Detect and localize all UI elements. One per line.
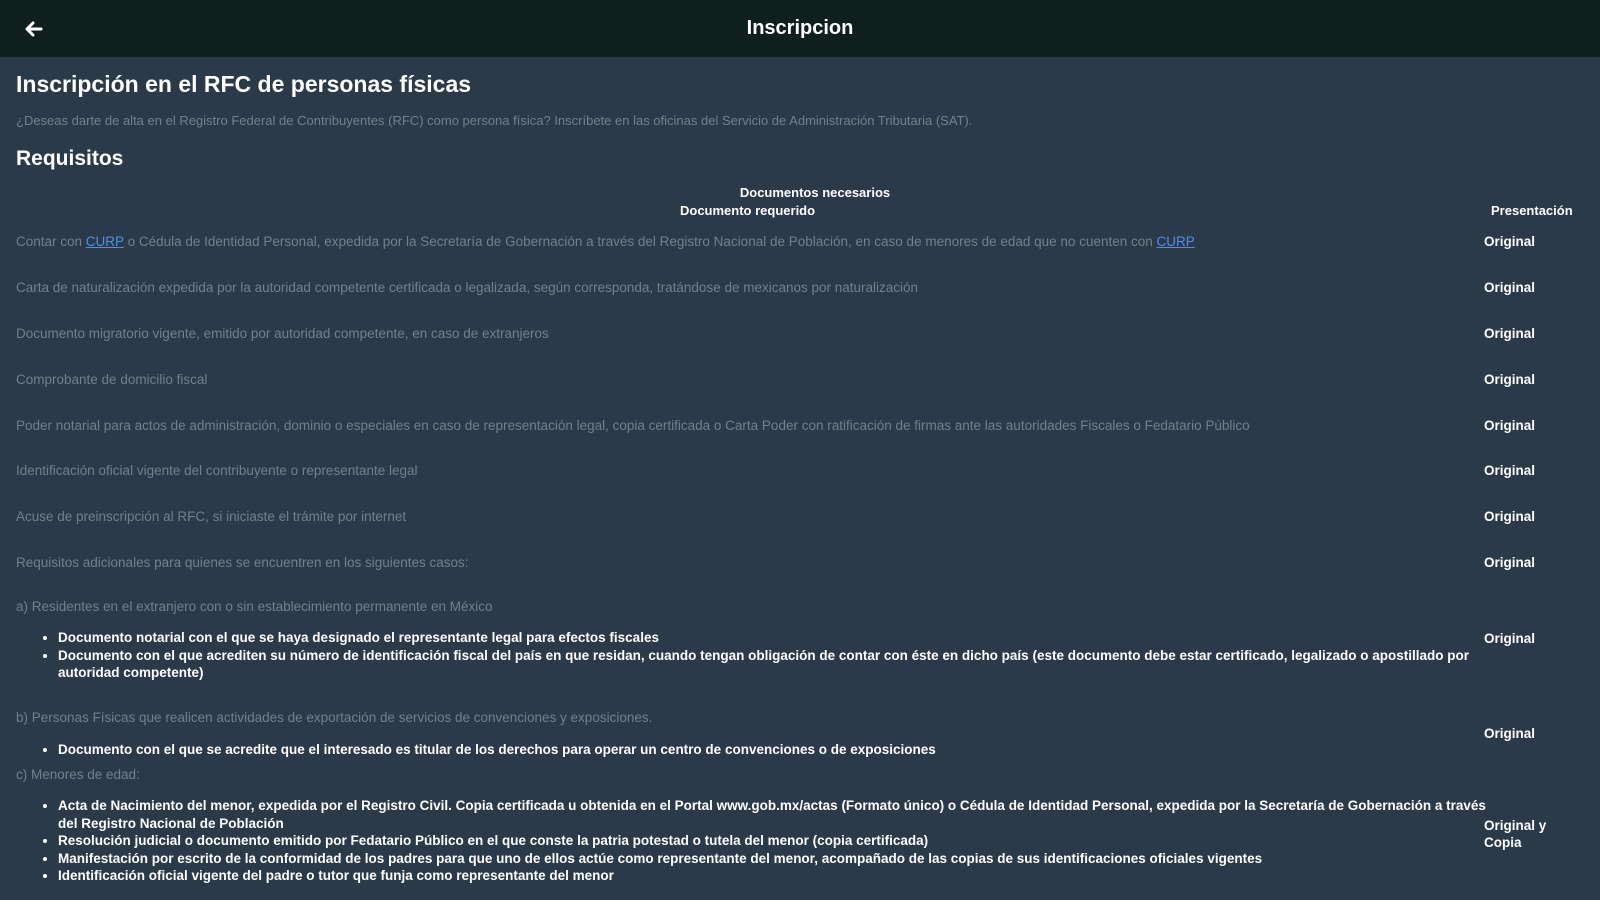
app-bar-title: Inscripcion bbox=[746, 17, 854, 39]
section-a-title: a) Residentes en el extranjero con o sin… bbox=[16, 599, 493, 614]
table-row: Requisitos adicionales para quienes se e… bbox=[16, 555, 469, 570]
table-row: Contar con CURP o Cédula de Identidad Pe… bbox=[16, 234, 1195, 249]
presentation-value: Original bbox=[1484, 234, 1536, 249]
table-caption: Documentos necesarios bbox=[739, 185, 891, 200]
section-a-list: Documento notarial con el que se haya de… bbox=[16, 629, 1503, 682]
curp-link[interactable]: CURP bbox=[1157, 234, 1195, 249]
presentation-value: Original bbox=[1484, 326, 1536, 341]
presentation-value: Original bbox=[1484, 280, 1536, 295]
list-item: Documento con el que acrediten su número… bbox=[58, 647, 1503, 682]
requisitos-heading: Requisitos bbox=[16, 147, 124, 170]
presentation-value: Original bbox=[1484, 418, 1536, 433]
table-row: Identificación oficial vigente del contr… bbox=[16, 463, 418, 478]
list-item: Documento con el que se acredite que el … bbox=[58, 741, 1503, 759]
section-b-title: b) Personas Físicas que realicen activid… bbox=[16, 710, 653, 725]
section-c-list: Acta de Nacimiento del menor, expedida p… bbox=[16, 797, 1503, 885]
list-item: Acta de Nacimiento del menor, expedida p… bbox=[58, 797, 1503, 832]
presentation-value: Original bbox=[1484, 509, 1536, 524]
section-b-list: Documento con el que se acredite que el … bbox=[16, 741, 1503, 759]
row-text-part: Contar con bbox=[16, 234, 86, 249]
column-header-documento: Documento requerido bbox=[680, 203, 816, 218]
table-row: Poder notarial para actos de administrac… bbox=[16, 418, 1250, 433]
presentation-value: Original y Copia bbox=[1484, 818, 1547, 850]
column-header-presentacion: Presentación bbox=[1491, 203, 1573, 218]
table-row: Carta de naturalización expedida por la … bbox=[16, 280, 919, 295]
presentation-value: Original bbox=[1484, 463, 1536, 478]
arrow-left-icon bbox=[25, 21, 43, 37]
table-row: Comprobante de domicilio fiscal bbox=[16, 372, 208, 387]
presentation-value: Original bbox=[1484, 555, 1536, 570]
row-text-part: o Cédula de Identidad Personal, expedida… bbox=[123, 234, 1157, 249]
list-item: Documento notarial con el que se haya de… bbox=[58, 629, 1503, 647]
section-c-title: c) Menores de edad: bbox=[16, 767, 140, 782]
list-item: Manifestación por escrito de la conformi… bbox=[58, 850, 1503, 868]
back-button[interactable] bbox=[18, 14, 48, 44]
intro-text: ¿Deseas darte de alta en el Registro Fed… bbox=[16, 113, 973, 128]
table-row: Acuse de preinscripción al RFC, si inici… bbox=[16, 509, 407, 524]
presentation-value: Original bbox=[1484, 631, 1536, 646]
app-bar: Inscripcion bbox=[0, 0, 1600, 57]
curp-link[interactable]: CURP bbox=[86, 234, 124, 249]
table-row: Documento migratorio vigente, emitido po… bbox=[16, 326, 549, 341]
presentation-value: Original bbox=[1484, 372, 1536, 387]
list-item: Identificación oficial vigente del padre… bbox=[58, 867, 1503, 885]
presentation-value: Original bbox=[1484, 726, 1536, 741]
page-title: Inscripción en el RFC de personas física… bbox=[16, 71, 472, 97]
list-item: Resolución judicial o documento emitido … bbox=[58, 832, 1503, 850]
